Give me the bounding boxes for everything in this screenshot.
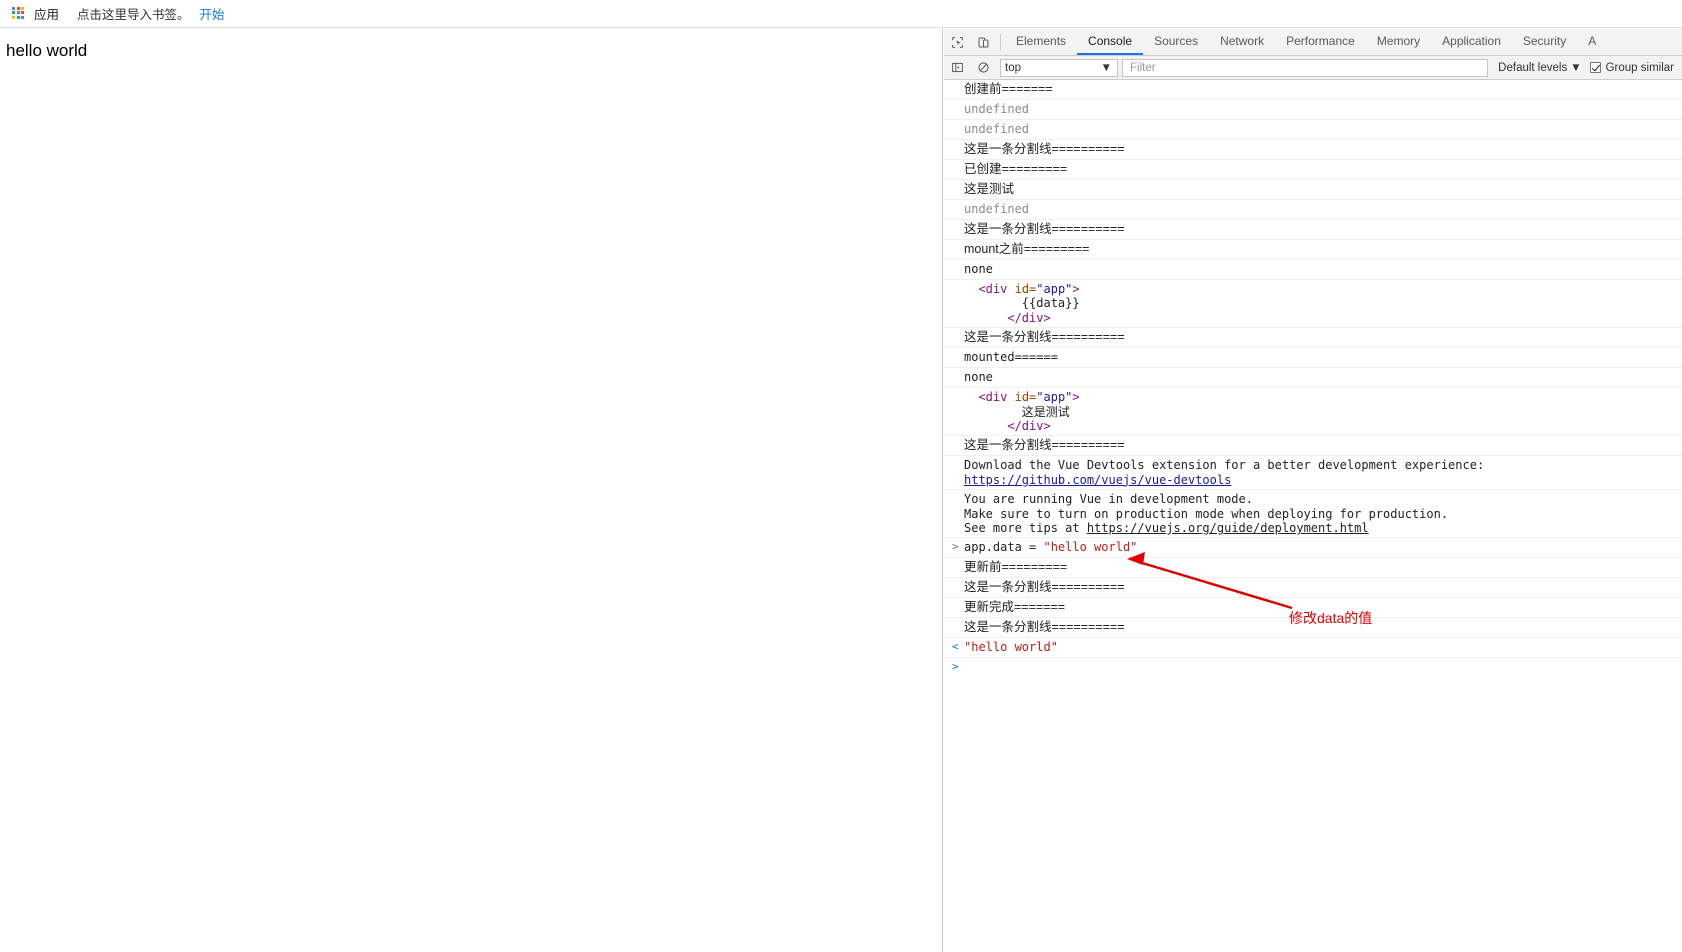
apps-label[interactable]: 应用 xyxy=(34,4,59,23)
tab-console[interactable]: Console xyxy=(1077,29,1144,55)
devtools-panel: Elements Console Sources Network Perform… xyxy=(944,29,1682,952)
clear-console-icon[interactable] xyxy=(970,61,996,74)
console-input-echo[interactable]: > app.data = "hello world" xyxy=(944,538,1682,559)
input-chevron-icon: > xyxy=(952,540,959,554)
console-filter-box[interactable] xyxy=(1122,58,1489,77)
tab-elements[interactable]: Elements xyxy=(1005,29,1077,55)
chevron-down-icon: ▼ xyxy=(1100,61,1112,74)
tab-audits[interactable]: A xyxy=(1577,29,1607,55)
devtools-tab-list: Elements Console Sources Network Perform… xyxy=(1005,29,1607,55)
vue-mode-line-2: Make sure to turn on production mode whe… xyxy=(964,506,1449,521)
console-sidebar-toggle-icon[interactable] xyxy=(944,61,970,74)
html-tag-open: <div xyxy=(978,390,1008,405)
html-tag-open: <div xyxy=(978,282,1008,296)
log-levels-dropdown[interactable]: Default levels ▼ xyxy=(1492,62,1587,74)
import-bookmarks-hint: 点击这里导入书签。 xyxy=(77,8,190,22)
annotation-label: 修改data的值 xyxy=(1289,610,1373,626)
result-chevron-icon: < xyxy=(952,640,959,654)
vue-devtools-text: Download the Vue Devtools extension for … xyxy=(964,458,1485,473)
console-message: undefined xyxy=(944,120,1682,140)
apps-grid-icon[interactable] xyxy=(12,6,26,21)
group-similar-label: Group similar xyxy=(1605,61,1674,74)
html-attr-name: id= xyxy=(1014,390,1037,405)
html-tag-close: > xyxy=(1072,390,1080,405)
console-message: 这是一条分割线========== xyxy=(944,328,1682,349)
console-message: 这是一条分割线========== xyxy=(944,436,1682,457)
html-attr-value: "app" xyxy=(1036,390,1073,405)
console-message: mount之前========= xyxy=(944,240,1682,260)
console-message: 创建前======= xyxy=(944,80,1682,100)
html-inner-text: {{data}} xyxy=(1021,296,1080,311)
html-tag-end: </div> xyxy=(1007,419,1051,434)
console-message: 这是一条分割线========== xyxy=(944,220,1682,240)
console-expression: app.data = xyxy=(964,540,1044,555)
console-expression-string: "hello world" xyxy=(1043,540,1138,555)
tab-application[interactable]: Application xyxy=(1431,29,1512,55)
console-message: undefined xyxy=(944,200,1682,220)
tab-performance[interactable]: Performance xyxy=(1275,29,1366,55)
tab-security[interactable]: Security xyxy=(1512,29,1577,55)
console-message: none xyxy=(944,368,1682,389)
console-message: undefined xyxy=(944,100,1682,120)
console-html-snippet: <div id="app"> 这是测试 </div> xyxy=(944,388,1682,437)
chevron-down-icon: ▼ xyxy=(1570,61,1582,74)
html-attr-value: "app" xyxy=(1036,282,1073,296)
console-vue-mode-message: You are running Vue in development mode.… xyxy=(944,490,1682,539)
group-similar-toggle[interactable]: Group similar xyxy=(1588,62,1682,74)
console-toolbar: top ▼ Default levels ▼ Group similar xyxy=(944,56,1682,80)
console-filter-input[interactable] xyxy=(1128,60,1483,75)
console-message: 这是测试 xyxy=(944,180,1682,200)
console-message: mounted====== xyxy=(944,348,1682,369)
toggle-device-toolbar-icon[interactable] xyxy=(970,29,996,55)
import-bookmarks-start-link[interactable]: 开始 xyxy=(200,4,225,23)
tabbar-divider xyxy=(1000,34,1001,50)
console-result: < "hello world" xyxy=(944,638,1682,659)
console-vue-devtools-message: Download the Vue Devtools extension for … xyxy=(944,456,1682,491)
vue-devtools-link[interactable]: https://github.com/vuejs/vue-devtools xyxy=(964,473,1231,487)
execution-context-value: top xyxy=(1005,61,1021,74)
html-tag-end: </div> xyxy=(1007,310,1051,325)
console-message: 已创建========= xyxy=(944,160,1682,180)
execution-context-select[interactable]: top ▼ xyxy=(1000,58,1118,77)
console-html-snippet: <div id="app"> {{data}} </div> xyxy=(944,280,1682,329)
console-message: 更新前========= xyxy=(944,558,1682,579)
inspect-element-icon[interactable] xyxy=(944,29,970,55)
html-attr-name: id= xyxy=(1014,282,1037,296)
web-page-viewport: hello world xyxy=(0,29,943,952)
tab-sources[interactable]: Sources xyxy=(1143,29,1209,55)
vue-mode-line-3-prefix: See more tips at xyxy=(964,521,1087,536)
tab-memory[interactable]: Memory xyxy=(1366,29,1431,55)
console-result-value: "hello world" xyxy=(964,640,1058,655)
log-levels-label: Default levels xyxy=(1498,61,1568,74)
console-message: 这是一条分割线========== xyxy=(944,578,1682,599)
page-body-text: hello world xyxy=(6,41,88,60)
console-message: none xyxy=(944,260,1682,280)
console-message: 这是一条分割线========== xyxy=(944,140,1682,160)
console-message-list[interactable]: 创建前======= undefined undefined 这是一条分割线==… xyxy=(944,80,1682,952)
vue-deployment-link[interactable]: https://vuejs.org/guide/deployment.html xyxy=(1087,521,1369,535)
tab-network[interactable]: Network xyxy=(1209,29,1275,55)
vue-mode-line-1: You are running Vue in development mode. xyxy=(964,492,1253,507)
html-inner-text: 这是测试 xyxy=(1021,404,1070,419)
group-similar-checkbox[interactable] xyxy=(1589,62,1601,73)
prompt-chevron-icon: > xyxy=(952,660,959,674)
html-tag-close: > xyxy=(1072,282,1080,296)
devtools-tabbar: Elements Console Sources Network Perform… xyxy=(944,29,1682,56)
console-prompt[interactable]: > xyxy=(944,658,1682,675)
bookmarks-bar: 应用 点击这里导入书签。 开始 xyxy=(0,0,1682,28)
